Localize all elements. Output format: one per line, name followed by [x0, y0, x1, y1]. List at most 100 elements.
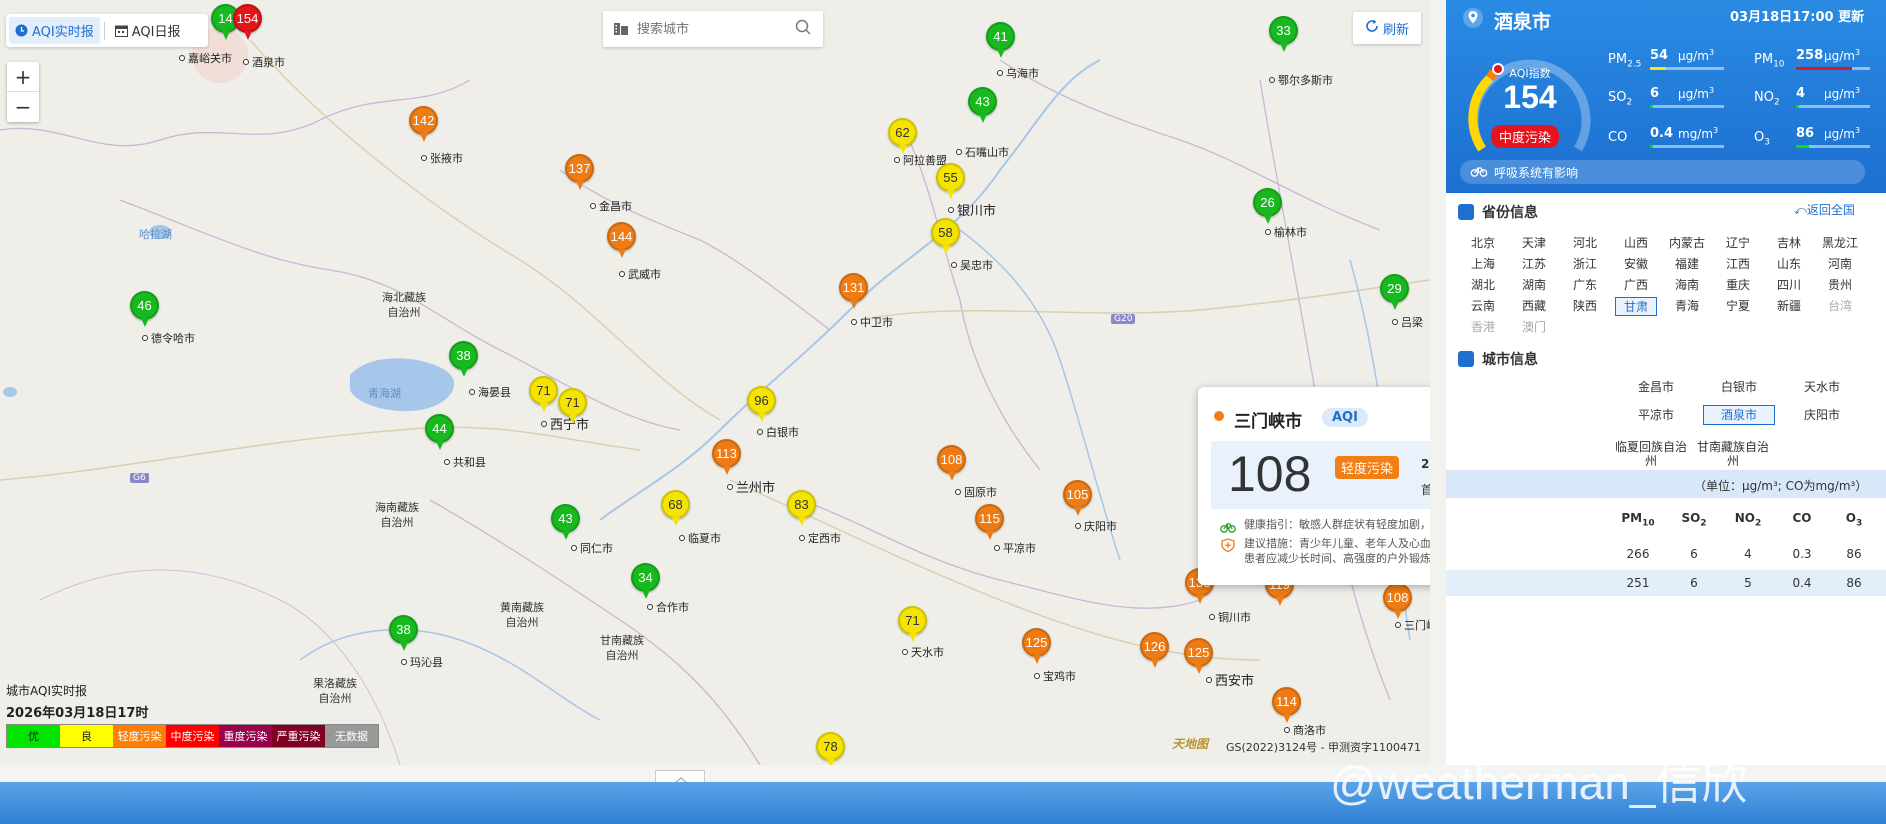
aqi-pin[interactable]: 43 — [964, 87, 1002, 131]
aqi-pin[interactable]: 142 — [405, 106, 443, 150]
aqi-pin[interactable]: 113 — [708, 439, 746, 483]
zoom-in-button[interactable]: + — [7, 62, 39, 92]
aqi-pin[interactable]: 29 — [1376, 274, 1414, 318]
province-item[interactable]: 四川 — [1768, 276, 1810, 295]
tab-realtime[interactable]: AQI实时报 — [9, 17, 100, 44]
aqi-pin[interactable]: 154 — [229, 4, 267, 48]
aqi-pin[interactable]: 41 — [982, 22, 1020, 66]
province-item[interactable]: 云南 — [1462, 297, 1504, 316]
aqi-marker-value[interactable]: 26 — [1253, 188, 1282, 217]
aqi-marker-value[interactable]: 131 — [839, 273, 868, 302]
city-item[interactable]: 白银市 — [1699, 380, 1779, 394]
aqi-marker-value[interactable]: 105 — [1063, 480, 1092, 509]
province-item[interactable]: 青海 — [1666, 297, 1708, 316]
aqi-marker-value[interactable]: 44 — [425, 414, 454, 443]
aqi-marker-value[interactable]: 43 — [968, 87, 997, 116]
province-item[interactable]: 北京 — [1462, 234, 1504, 253]
province-item[interactable]: 西藏 — [1513, 297, 1555, 316]
province-item[interactable]: 黑龙江 — [1819, 234, 1861, 253]
back-to-national-link[interactable]: ⤺返回全国 — [1794, 201, 1855, 218]
province-item[interactable]: 安徽 — [1615, 255, 1657, 274]
aqi-pin[interactable]: 71 — [554, 388, 592, 432]
aqi-pin[interactable]: 62 — [884, 118, 922, 162]
province-item[interactable]: 河南 — [1819, 255, 1861, 274]
aqi-pin[interactable]: 78 — [812, 732, 850, 765]
aqi-marker-value[interactable]: 33 — [1269, 16, 1298, 45]
city-item[interactable]: 庆阳市 — [1782, 408, 1862, 422]
aqi-marker-value[interactable]: 83 — [787, 490, 816, 519]
aqi-pin[interactable]: 131 — [835, 273, 873, 317]
province-item[interactable]: 广西 — [1615, 276, 1657, 295]
province-item[interactable]: 江西 — [1717, 255, 1759, 274]
aqi-pin[interactable]: 38 — [385, 615, 423, 659]
aqi-pin[interactable]: 71 — [894, 606, 932, 650]
aqi-pin[interactable]: 96 — [743, 386, 781, 430]
aqi-marker-value[interactable]: 96 — [747, 386, 776, 415]
city-item[interactable]: 天水市 — [1782, 380, 1862, 394]
city-item[interactable]: 临夏回族自治州 — [1612, 440, 1690, 468]
province-item[interactable]: 台湾 — [1819, 297, 1861, 316]
aqi-marker-value[interactable]: 68 — [661, 490, 690, 519]
province-item[interactable]: 陕西 — [1564, 297, 1606, 316]
province-item[interactable]: 新疆 — [1768, 297, 1810, 316]
aqi-pin[interactable]: 137 — [561, 154, 599, 198]
province-item[interactable]: 湖北 — [1462, 276, 1504, 295]
province-item[interactable]: 河北 — [1564, 234, 1606, 253]
city-item[interactable]: 平凉市 — [1616, 408, 1696, 422]
search-input[interactable] — [637, 21, 777, 37]
aqi-marker-value[interactable]: 58 — [931, 218, 960, 247]
aqi-pin[interactable]: 114 — [1268, 687, 1306, 731]
province-item[interactable]: 吉林 — [1768, 234, 1810, 253]
table-row[interactable]: 251 6 5 0.4 86 — [1446, 570, 1886, 596]
province-item[interactable]: 福建 — [1666, 255, 1708, 274]
province-item[interactable]: 宁夏 — [1717, 297, 1759, 316]
aqi-marker-value[interactable]: 114 — [1272, 687, 1301, 716]
aqi-marker-value[interactable]: 78 — [816, 732, 845, 761]
province-item[interactable]: 上海 — [1462, 255, 1504, 274]
aqi-pin[interactable]: 26 — [1249, 188, 1287, 232]
city-item[interactable]: 酒泉市 — [1703, 405, 1775, 425]
province-item[interactable]: 山东 — [1768, 255, 1810, 274]
aqi-marker-value[interactable]: 113 — [712, 439, 741, 468]
aqi-pin[interactable]: 144 — [603, 222, 641, 266]
aqi-pin[interactable]: 44 — [421, 414, 459, 458]
province-item[interactable]: 澳门 — [1513, 318, 1555, 337]
province-item[interactable]: 贵州 — [1819, 276, 1861, 295]
aqi-marker-value[interactable]: 125 — [1022, 628, 1051, 657]
province-item[interactable]: 香港 — [1462, 318, 1504, 337]
aqi-marker-value[interactable]: 142 — [409, 106, 438, 135]
aqi-marker-value[interactable]: 41 — [986, 22, 1015, 51]
search-icon[interactable] — [795, 19, 811, 39]
province-item[interactable]: 重庆 — [1717, 276, 1759, 295]
table-row[interactable]: 266 6 4 0.3 86 — [1446, 541, 1886, 567]
aqi-marker-value[interactable]: 154 — [233, 4, 262, 33]
aqi-pin[interactable]: 34 — [627, 563, 665, 607]
aqi-pin[interactable]: 58 — [927, 218, 965, 262]
aqi-marker-value[interactable]: 38 — [449, 341, 478, 370]
province-item[interactable]: 广东 — [1564, 276, 1606, 295]
aqi-marker-value[interactable]: 108 — [1383, 583, 1412, 612]
province-item[interactable]: 天津 — [1513, 234, 1555, 253]
aqi-marker-value[interactable]: 71 — [898, 606, 927, 635]
province-item[interactable]: 海南 — [1666, 276, 1708, 295]
aqi-marker-value[interactable]: 62 — [888, 118, 917, 147]
aqi-pin[interactable]: 55 — [932, 163, 970, 207]
aqi-pin[interactable]: 125 — [1180, 638, 1218, 682]
aqi-marker-value[interactable]: 137 — [565, 154, 594, 183]
aqi-marker-value[interactable]: 46 — [130, 291, 159, 320]
aqi-marker-value[interactable]: 34 — [631, 563, 660, 592]
aqi-pin[interactable]: 126 — [1136, 632, 1174, 676]
aqi-marker-value[interactable]: 43 — [551, 504, 580, 533]
aqi-marker-value[interactable]: 71 — [558, 388, 587, 417]
aqi-pin[interactable]: 68 — [657, 490, 695, 534]
aqi-pin[interactable]: 105 — [1059, 480, 1097, 524]
aqi-marker-value[interactable]: 115 — [975, 504, 1004, 533]
province-item[interactable]: 内蒙古 — [1666, 234, 1708, 253]
province-item[interactable]: 辽宁 — [1717, 234, 1759, 253]
tab-daily[interactable]: AQI日报 — [109, 17, 187, 44]
aqi-pin[interactable]: 108 — [1379, 583, 1417, 627]
province-item[interactable]: 甘肃 — [1615, 297, 1657, 316]
aqi-pin[interactable]: 125 — [1018, 628, 1056, 672]
refresh-button[interactable]: 刷新 — [1353, 12, 1421, 44]
zoom-out-button[interactable]: − — [7, 92, 39, 122]
